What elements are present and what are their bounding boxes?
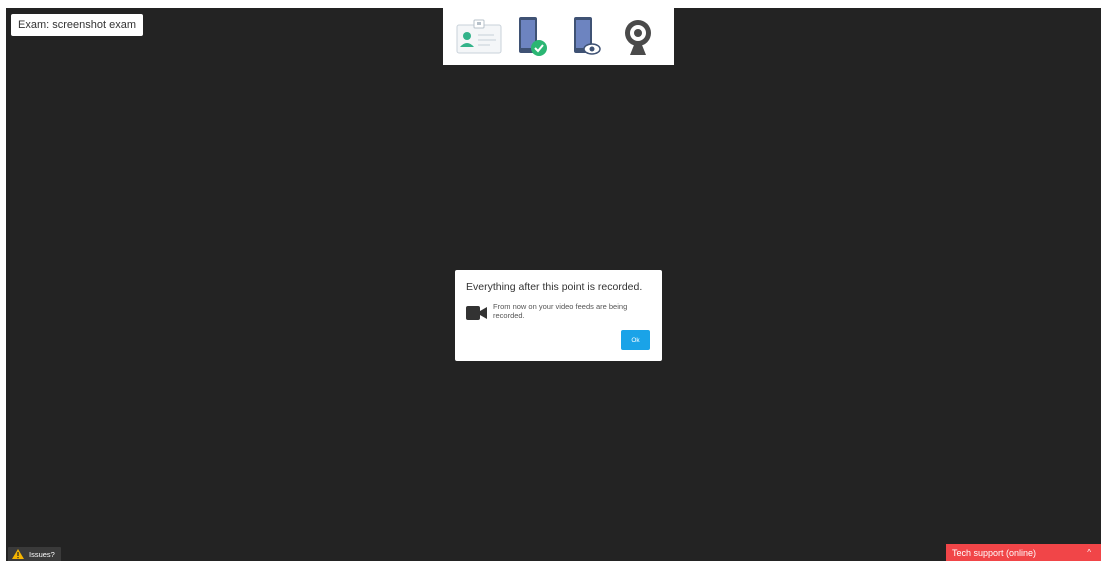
chevron-up-icon: ^ — [1087, 548, 1091, 557]
issues-button[interactable]: Issues? — [8, 547, 61, 561]
warning-icon — [12, 549, 24, 559]
exam-title-label: Exam: screenshot exam — [11, 14, 143, 36]
phone-eye-icon — [562, 14, 608, 60]
modal-title: Everything after this point is recorded. — [466, 281, 643, 293]
tech-support-label: Tech support (online) — [952, 547, 1037, 558]
id-card-icon — [456, 14, 502, 60]
issues-label: Issues? — [29, 549, 55, 559]
modal-message: From now on your video feeds are being r… — [493, 302, 628, 320]
video-camera-icon — [466, 305, 488, 321]
phone-check-icon — [509, 14, 555, 60]
tech-support-bar[interactable]: Tech support (online) ^ — [946, 544, 1101, 561]
proctoring-status-bar — [443, 8, 674, 65]
recording-notice-modal: Everything after this point is recorded.… — [455, 270, 662, 361]
webcam-icon — [615, 14, 661, 60]
ok-button[interactable]: Ok — [621, 330, 650, 350]
modal-message-row: From now on your video feeds are being r… — [466, 302, 651, 321]
